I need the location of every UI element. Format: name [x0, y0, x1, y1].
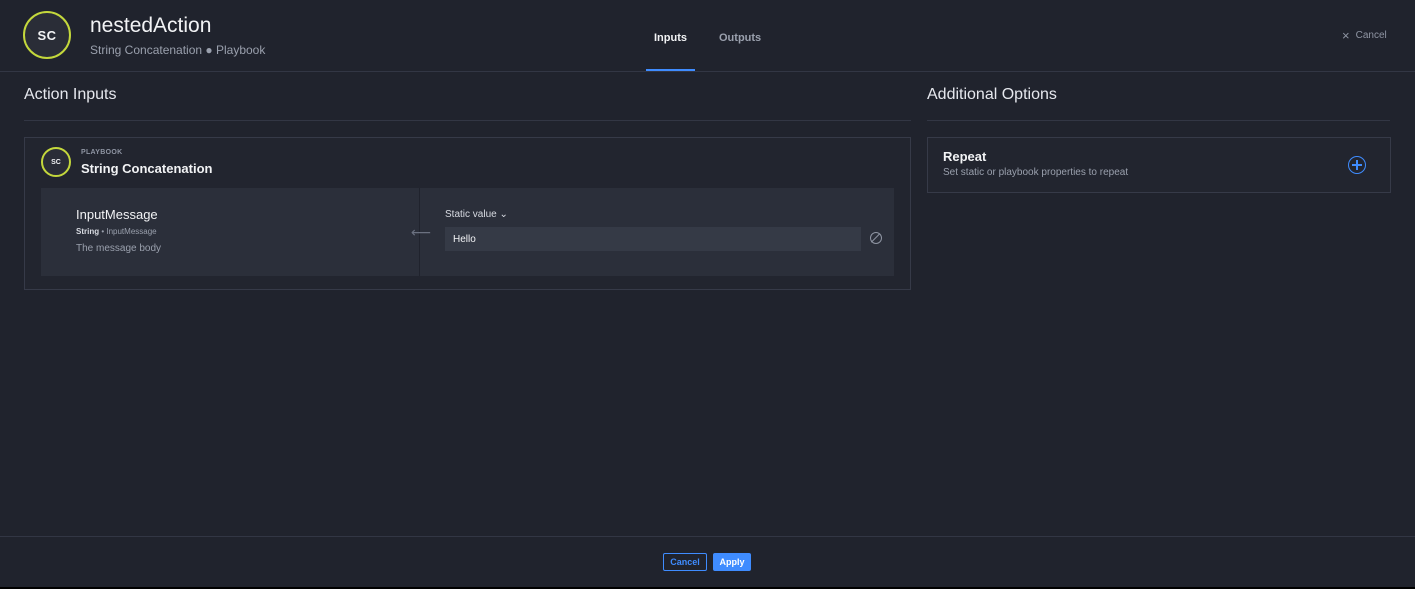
page-subtitle: String Concatenation ● Playbook [90, 43, 266, 57]
divider [24, 120, 911, 121]
param-type-ref: InputMessage [106, 227, 157, 236]
input-row: InputMessage String • InputMessage The m… [41, 188, 894, 276]
arrow-left-icon: ⟵ [411, 224, 432, 240]
apply-button[interactable]: Apply [713, 553, 751, 571]
param-name: InputMessage [76, 207, 158, 222]
repeat-title: Repeat [943, 149, 987, 164]
repeat-option-card: Repeat Set static or playbook properties… [927, 137, 1391, 193]
chevron-down-icon: ⌄ [499, 209, 508, 220]
action-input-card: SC PLAYBOOK String Concatenation InputMe… [24, 137, 911, 290]
tab-outputs[interactable]: Outputs [719, 32, 761, 44]
param-meta: String • InputMessage [76, 227, 157, 236]
card-kind-label: PLAYBOOK [81, 149, 123, 156]
action-avatar: SC [23, 11, 71, 59]
playbook-avatar: SC [41, 147, 71, 177]
static-value-input[interactable] [445, 227, 861, 251]
header-cancel-label: Cancel [1355, 30, 1387, 41]
add-repeat-icon[interactable] [1348, 156, 1366, 174]
clear-value-icon[interactable] [870, 232, 882, 244]
card-name: String Concatenation [81, 161, 213, 176]
param-type: String [76, 227, 100, 236]
value-mode-dropdown[interactable]: Static value ⌄ [445, 209, 508, 220]
repeat-description: Set static or playbook properties to rep… [943, 167, 1129, 178]
input-param-info: InputMessage String • InputMessage The m… [41, 188, 420, 276]
divider [927, 120, 1390, 121]
additional-options-heading: Additional Options [927, 86, 1057, 103]
header-cancel-button[interactable]: × Cancel [1342, 27, 1387, 43]
param-description: The message body [76, 243, 162, 254]
active-tab-indicator [646, 69, 695, 71]
value-mode-label: Static value [445, 209, 497, 220]
page-title: nestedAction [90, 14, 212, 37]
tab-inputs[interactable]: Inputs [654, 32, 687, 44]
action-inputs-heading: Action Inputs [24, 86, 117, 103]
action-editor: SC nestedAction String Concatenation ● P… [0, 0, 1415, 587]
close-icon: × [1342, 27, 1350, 43]
cancel-button[interactable]: Cancel [663, 553, 707, 571]
footer: Cancel Apply [0, 536, 1415, 588]
header: SC nestedAction String Concatenation ● P… [0, 0, 1415, 72]
